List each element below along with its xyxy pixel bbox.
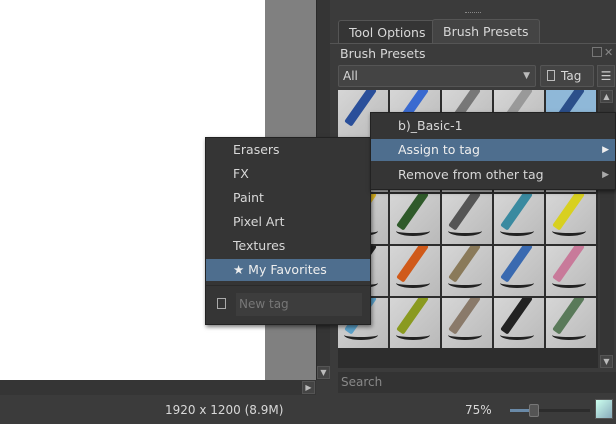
brush-preset-thumbnail[interactable] — [546, 298, 596, 348]
submenu-arrow-icon: ▶ — [602, 170, 609, 180]
tag-submenu: Erasers FX Paint Pixel Art Textures ★ My Favo… — [205, 137, 371, 325]
menu-item-assign-to-tag[interactable]: Assign to tag ▶ — [371, 139, 615, 161]
scroll-down-icon[interactable]: ▼ — [317, 366, 330, 379]
canvas-horizontal-scrollbar[interactable]: ▶ — [0, 380, 316, 395]
float-icon[interactable] — [592, 47, 602, 57]
context-menu-title: b)_Basic-1 — [398, 118, 463, 133]
brush-preset-thumbnail[interactable] — [390, 246, 440, 296]
chevron-down-icon: ▼ — [523, 71, 530, 81]
close-icon[interactable]: ✕ — [604, 46, 613, 59]
tab-tool-options[interactable]: Tool Options — [338, 20, 437, 43]
docker-title: Brush Presets — [340, 46, 426, 61]
zoom-slider-handle[interactable] — [529, 404, 539, 417]
tag-menu-item-label: Paint — [233, 190, 264, 205]
search-placeholder: Search — [341, 375, 383, 389]
brush-preset-thumbnail[interactable] — [442, 194, 492, 244]
tag-button[interactable]: Tag — [540, 65, 594, 87]
tag-menu-item-label: Textures — [233, 238, 286, 253]
preset-context-menu: b)_Basic-1 Assign to tag ▶ Remove from ot… — [370, 112, 616, 190]
tab-label: Tool Options — [349, 25, 426, 40]
status-bar: 1920 x 1200 (8.9M) 75% — [0, 395, 616, 424]
zoom-label: 75% — [465, 403, 492, 417]
new-tag-input[interactable]: New tag — [236, 293, 362, 316]
scroll-down-icon[interactable]: ▼ — [600, 355, 613, 368]
brush-preset-thumbnail[interactable] — [442, 246, 492, 296]
tag-menu-item[interactable]: Erasers — [206, 139, 370, 161]
menu-item-remove-from-other-tag[interactable]: Remove from other tag ▶ — [371, 164, 615, 186]
brush-preset-thumbnail[interactable] — [546, 194, 596, 244]
tag-menu-item[interactable]: ★ My Favorites — [206, 259, 370, 281]
scroll-right-icon[interactable]: ▶ — [302, 381, 315, 394]
tag-menu-item-label: Pixel Art — [233, 214, 285, 229]
new-tag-placeholder: New tag — [239, 297, 289, 311]
tag-button-label: Tag — [561, 69, 582, 83]
new-tag-icon — [217, 298, 226, 309]
brush-preset-thumbnail[interactable] — [390, 194, 440, 244]
menu-item-label: Remove from other tag — [398, 167, 544, 182]
search-input[interactable]: Search — [338, 372, 616, 393]
tab-brush-presets[interactable]: Brush Presets — [432, 19, 540, 43]
brush-preset-thumbnail[interactable] — [546, 246, 596, 296]
tab-label: Brush Presets — [443, 24, 529, 39]
brush-preset-thumbnail[interactable] — [494, 246, 544, 296]
brush-preset-thumbnail[interactable] — [390, 298, 440, 348]
tag-menu-item[interactable]: Pixel Art — [206, 211, 370, 233]
tag-menu-item-label: ★ My Favorites — [233, 262, 327, 277]
menu-item-label: Assign to tag — [398, 142, 480, 157]
image-size-label: 1920 x 1200 (8.9M) — [165, 403, 284, 417]
submenu-arrow-icon: ▶ — [602, 145, 609, 155]
drag-handle-icon[interactable] — [465, 12, 481, 14]
tag-menu-item[interactable]: Textures — [206, 235, 370, 257]
tag-menu-item[interactable]: Paint — [206, 187, 370, 209]
brush-preset-thumbnail[interactable] — [494, 298, 544, 348]
view-options-icon[interactable]: ☰ — [597, 65, 615, 87]
select-value: All — [343, 69, 358, 83]
tag-menu-item-label: FX — [233, 166, 249, 181]
tag-menu-item[interactable]: FX — [206, 163, 370, 185]
brush-preset-thumbnail[interactable] — [494, 194, 544, 244]
tag-icon — [547, 70, 555, 81]
brush-preset-thumbnail[interactable] — [442, 298, 492, 348]
zoom-slider[interactable] — [510, 404, 590, 417]
tag-menu-item-label: Erasers — [233, 142, 280, 157]
tag-filter-select[interactable]: All ▼ — [338, 65, 536, 87]
scroll-up-icon[interactable]: ▲ — [600, 90, 613, 103]
canvas-only-icon[interactable] — [595, 399, 613, 419]
